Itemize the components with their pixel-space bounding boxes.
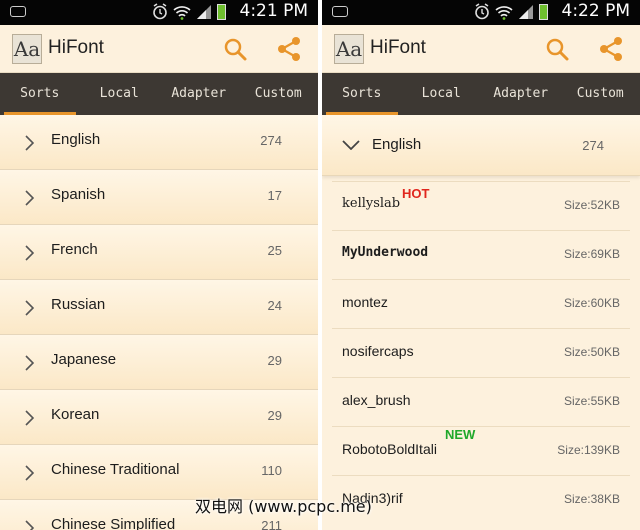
category-count: 274: [582, 138, 604, 153]
tab-sorts[interactable]: Sorts: [0, 73, 80, 115]
clock: 4:21 PM: [239, 1, 309, 21]
chevron-right-icon: [25, 245, 34, 261]
wifi-icon: [495, 5, 513, 20]
font-size: Size:69KB: [563, 247, 620, 261]
font-size: Size:55KB: [563, 394, 620, 408]
signal-icon: [197, 4, 211, 19]
category-row[interactable]: Korean 29: [0, 390, 318, 445]
category-count: 24: [267, 298, 282, 313]
category-row[interactable]: Chinese Traditional 110: [0, 445, 318, 500]
tab-custom[interactable]: Custom: [561, 73, 640, 115]
font-name: nosifercaps: [342, 343, 414, 359]
font-name: montez: [342, 294, 388, 310]
chevron-right-icon: [25, 135, 34, 151]
tab-bar: Sorts Local Adapter Custom: [322, 73, 640, 115]
font-name: RobotoBoldItali: [342, 441, 437, 457]
tab-local[interactable]: Local: [402, 73, 482, 115]
category-label: Korean: [51, 406, 100, 423]
tab-local[interactable]: Local: [80, 73, 160, 115]
category-count: 29: [267, 353, 282, 368]
font-size: Size:60KB: [563, 296, 620, 310]
category-label: Chinese Traditional: [51, 461, 180, 478]
app-logo-icon: Aa: [12, 34, 42, 64]
category-label: English: [372, 136, 422, 153]
hot-badge: HOT: [402, 186, 430, 201]
category-count: 17: [267, 188, 282, 203]
watermark: 双电网 (www.pcpc.me): [195, 497, 372, 516]
right-screen: 4:22 PM Aa HiFont Sorts Local Adapter Cu…: [322, 0, 640, 530]
voicemail-icon: [10, 6, 26, 17]
category-label: Russian: [51, 296, 106, 313]
battery-icon: [539, 3, 548, 20]
share-icon[interactable]: [276, 36, 302, 62]
category-label: Chinese Simplified: [51, 516, 176, 530]
tab-adapter[interactable]: Adapter: [159, 73, 239, 115]
font-row[interactable]: alex_brush Size:55KB: [332, 377, 630, 426]
font-size: Size:50KB: [563, 345, 620, 359]
font-size: Size:139KB: [557, 443, 620, 457]
chevron-right-icon: [25, 300, 34, 316]
share-icon[interactable]: [598, 36, 624, 62]
font-row[interactable]: Nadin3)rif Size:38KB: [332, 475, 630, 524]
font-name: alex_brush: [342, 392, 411, 408]
category-row[interactable]: Russian 24: [0, 280, 318, 335]
font-row[interactable]: kellyslab HOT Size:52KB: [332, 181, 630, 230]
wifi-icon: [173, 5, 191, 20]
font-name: MyUnderwood: [342, 245, 429, 260]
category-count: 211: [261, 518, 282, 530]
alarm-icon: [153, 3, 167, 20]
expanded-category-header[interactable]: English 274: [322, 115, 640, 176]
tab-custom[interactable]: Custom: [239, 73, 319, 115]
app-title: HiFont: [48, 37, 104, 58]
app-title: HiFont: [370, 37, 426, 58]
app-bar: Aa HiFont: [0, 25, 318, 73]
tab-adapter[interactable]: Adapter: [481, 73, 561, 115]
category-count: 110: [261, 463, 282, 478]
category-label: French: [51, 241, 98, 258]
search-icon[interactable]: [544, 36, 570, 62]
new-badge: NEW: [445, 427, 476, 442]
app-logo-icon: Aa: [334, 34, 364, 64]
category-count: 274: [260, 133, 282, 148]
chevron-down-icon: [342, 140, 360, 150]
tab-sorts[interactable]: Sorts: [322, 73, 402, 115]
category-list: English 274 Spanish 17 French 25 Russian…: [0, 115, 318, 530]
category-count: 29: [267, 408, 282, 423]
chevron-right-icon: [25, 190, 34, 206]
font-row[interactable]: MyUnderwood Size:69KB: [332, 230, 630, 279]
font-size: Size:52KB: [563, 198, 620, 212]
chevron-right-icon: [25, 355, 34, 371]
chevron-right-icon: [25, 520, 34, 530]
search-icon[interactable]: [222, 36, 248, 62]
app-bar: Aa HiFont: [322, 25, 640, 73]
chevron-right-icon: [25, 410, 34, 426]
category-row[interactable]: French 25: [0, 225, 318, 280]
category-row[interactable]: Spanish 17: [0, 170, 318, 225]
category-label: English: [51, 131, 101, 148]
category-label: Japanese: [51, 351, 117, 368]
font-list: kellyslab HOT Size:52KB MyUnderwood Size…: [332, 181, 630, 524]
chevron-right-icon: [25, 465, 34, 481]
font-row[interactable]: RobotoBoldItali NEW Size:139KB: [332, 426, 630, 475]
category-row[interactable]: Japanese 29: [0, 335, 318, 390]
status-bar: 4:21 PM: [0, 0, 318, 25]
battery-icon: [217, 3, 226, 20]
clock: 4:22 PM: [561, 1, 631, 21]
status-bar: 4:22 PM: [322, 0, 640, 25]
category-row[interactable]: English 274: [0, 115, 318, 170]
voicemail-icon: [332, 6, 348, 17]
left-screen: 4:21 PM Aa HiFont Sorts Local Adapter Cu…: [0, 0, 318, 530]
alarm-icon: [475, 3, 489, 20]
font-row[interactable]: nosifercaps Size:50KB: [332, 328, 630, 377]
category-label: Spanish: [51, 186, 106, 203]
tab-bar: Sorts Local Adapter Custom: [0, 73, 318, 115]
signal-icon: [519, 4, 533, 19]
font-size: Size:38KB: [563, 492, 620, 506]
font-row[interactable]: montez Size:60KB: [332, 279, 630, 328]
font-name: kellyslab: [342, 196, 401, 211]
category-count: 25: [267, 243, 282, 258]
